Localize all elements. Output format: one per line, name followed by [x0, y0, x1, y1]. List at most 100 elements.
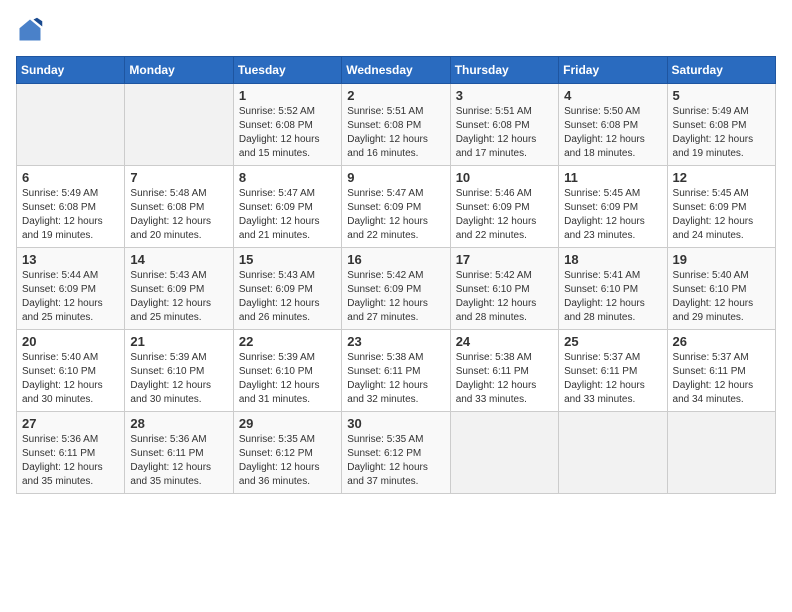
calendar-cell: 20Sunrise: 5:40 AM Sunset: 6:10 PM Dayli…: [17, 330, 125, 412]
column-header-friday: Friday: [559, 57, 667, 84]
calendar-cell: 19 Sunrise: 5:40 AM Sunset: 6:10 PM Dayli…: [667, 248, 775, 330]
calendar-cell: 8 Sunrise: 5:47 AM Sunset: 6:09 PM Daylig…: [233, 166, 341, 248]
header-row: SundayMondayTuesdayWednesdayThursdayFrid…: [17, 57, 776, 84]
calendar-cell: 2 Sunrise: 5:51 AM Sunset: 6:08 PM Daylig…: [342, 84, 450, 166]
day-info: Sunrise: 5:52 AM Sunset: 6:08 PM Dayligh…: [239, 105, 336, 161]
day-number: 16: [347, 252, 444, 267]
calendar-cell: 17 Sunrise: 5:42 AM Sunset: 6:10 PM Dayli…: [450, 248, 558, 330]
calendar-cell: 21 Sunrise: 5:39 AM Sunset: 6:10 PM Dayli…: [125, 330, 233, 412]
day-number: 29: [239, 416, 336, 431]
logo: [16, 16, 50, 44]
day-info: Sunrise: 5:47 AM Sunset: 6:09 PM Dayligh…: [239, 187, 336, 243]
day-info: Sunrise: 5:39 AM Sunset: 6:10 PM Dayligh…: [239, 351, 336, 407]
calendar-cell: 16 Sunrise: 5:42 AM Sunset: 6:09 PM Dayli…: [342, 248, 450, 330]
day-number: 17: [456, 252, 553, 267]
calendar-cell: 22Sunrise: 5:39 AM Sunset: 6:10 PM Dayli…: [233, 330, 341, 412]
logo-icon: [16, 16, 44, 44]
day-info: Sunrise: 5:35 AM Sunset: 6:12 PM Dayligh…: [239, 433, 336, 489]
day-number: 15: [239, 252, 336, 267]
day-info: Sunrise: 5:48 AM Sunset: 6:08 PM Dayligh…: [130, 187, 227, 243]
column-header-monday: Monday: [125, 57, 233, 84]
day-number: 28: [130, 416, 227, 431]
day-number: 8: [239, 170, 336, 185]
day-number: 13: [22, 252, 119, 267]
day-info: Sunrise: 5:45 AM Sunset: 6:09 PM Dayligh…: [564, 187, 661, 243]
calendar-cell: 9Sunrise: 5:47 AM Sunset: 6:09 PM Daylig…: [342, 166, 450, 248]
day-info: Sunrise: 5:42 AM Sunset: 6:10 PM Dayligh…: [456, 269, 553, 325]
day-info: Sunrise: 5:37 AM Sunset: 6:11 PM Dayligh…: [564, 351, 661, 407]
day-number: 19: [673, 252, 770, 267]
day-info: Sunrise: 5:36 AM Sunset: 6:11 PM Dayligh…: [22, 433, 119, 489]
day-info: Sunrise: 5:51 AM Sunset: 6:08 PM Dayligh…: [347, 105, 444, 161]
calendar-cell: 13 Sunrise: 5:44 AM Sunset: 6:09 PM Dayli…: [17, 248, 125, 330]
day-number: 23: [347, 334, 444, 349]
calendar-cell: 12 Sunrise: 5:45 AM Sunset: 6:09 PM Dayli…: [667, 166, 775, 248]
calendar-cell: 14Sunrise: 5:43 AM Sunset: 6:09 PM Dayli…: [125, 248, 233, 330]
day-info: Sunrise: 5:43 AM Sunset: 6:09 PM Dayligh…: [239, 269, 336, 325]
calendar-cell: [125, 84, 233, 166]
day-number: 7: [130, 170, 227, 185]
day-info: Sunrise: 5:39 AM Sunset: 6:10 PM Dayligh…: [130, 351, 227, 407]
calendar-cell: 1Sunrise: 5:52 AM Sunset: 6:08 PM Daylig…: [233, 84, 341, 166]
day-number: 12: [673, 170, 770, 185]
day-info: Sunrise: 5:51 AM Sunset: 6:08 PM Dayligh…: [456, 105, 553, 161]
day-number: 30: [347, 416, 444, 431]
column-header-sunday: Sunday: [17, 57, 125, 84]
calendar-week-3: 13 Sunrise: 5:44 AM Sunset: 6:09 PM Dayli…: [17, 248, 776, 330]
calendar-header: SundayMondayTuesdayWednesdayThursdayFrid…: [17, 57, 776, 84]
calendar-cell: 15 Sunrise: 5:43 AM Sunset: 6:09 PM Dayli…: [233, 248, 341, 330]
day-number: 18: [564, 252, 661, 267]
calendar-cell: 7 Sunrise: 5:48 AM Sunset: 6:08 PM Daylig…: [125, 166, 233, 248]
day-number: 6: [22, 170, 119, 185]
calendar-cell: 23 Sunrise: 5:38 AM Sunset: 6:11 PM Dayli…: [342, 330, 450, 412]
day-number: 4: [564, 88, 661, 103]
day-info: Sunrise: 5:38 AM Sunset: 6:11 PM Dayligh…: [347, 351, 444, 407]
day-number: 3: [456, 88, 553, 103]
calendar-cell: 26 Sunrise: 5:37 AM Sunset: 6:11 PM Dayli…: [667, 330, 775, 412]
day-number: 24: [456, 334, 553, 349]
day-info: Sunrise: 5:42 AM Sunset: 6:09 PM Dayligh…: [347, 269, 444, 325]
day-info: Sunrise: 5:49 AM Sunset: 6:08 PM Dayligh…: [22, 187, 119, 243]
calendar-cell: 5Sunrise: 5:49 AM Sunset: 6:08 PM Daylig…: [667, 84, 775, 166]
day-number: 21: [130, 334, 227, 349]
calendar-cell: [450, 412, 558, 494]
calendar-cell: [17, 84, 125, 166]
day-number: 9: [347, 170, 444, 185]
calendar-cell: 24 Sunrise: 5:38 AM Sunset: 6:11 PM Dayli…: [450, 330, 558, 412]
calendar-cell: 10Sunrise: 5:46 AM Sunset: 6:09 PM Dayli…: [450, 166, 558, 248]
calendar-week-4: 20Sunrise: 5:40 AM Sunset: 6:10 PM Dayli…: [17, 330, 776, 412]
calendar-cell: 4 Sunrise: 5:50 AM Sunset: 6:08 PM Daylig…: [559, 84, 667, 166]
day-info: Sunrise: 5:38 AM Sunset: 6:11 PM Dayligh…: [456, 351, 553, 407]
column-header-wednesday: Wednesday: [342, 57, 450, 84]
calendar-cell: 18 Sunrise: 5:41 AM Sunset: 6:10 PM Dayli…: [559, 248, 667, 330]
column-header-saturday: Saturday: [667, 57, 775, 84]
day-info: Sunrise: 5:40 AM Sunset: 6:10 PM Dayligh…: [673, 269, 770, 325]
day-number: 2: [347, 88, 444, 103]
calendar-cell: 27Sunrise: 5:36 AM Sunset: 6:11 PM Dayli…: [17, 412, 125, 494]
day-number: 26: [673, 334, 770, 349]
calendar-week-2: 6 Sunrise: 5:49 AM Sunset: 6:08 PM Daylig…: [17, 166, 776, 248]
column-header-tuesday: Tuesday: [233, 57, 341, 84]
calendar-cell: 25 Sunrise: 5:37 AM Sunset: 6:11 PM Dayli…: [559, 330, 667, 412]
page-header: [16, 16, 776, 44]
calendar-cell: 3 Sunrise: 5:51 AM Sunset: 6:08 PM Daylig…: [450, 84, 558, 166]
calendar-cell: [667, 412, 775, 494]
day-info: Sunrise: 5:41 AM Sunset: 6:10 PM Dayligh…: [564, 269, 661, 325]
calendar-table: SundayMondayTuesdayWednesdayThursdayFrid…: [16, 56, 776, 494]
calendar-cell: 29 Sunrise: 5:35 AM Sunset: 6:12 PM Dayli…: [233, 412, 341, 494]
day-info: Sunrise: 5:49 AM Sunset: 6:08 PM Dayligh…: [673, 105, 770, 161]
calendar-cell: 11Sunrise: 5:45 AM Sunset: 6:09 PM Dayli…: [559, 166, 667, 248]
day-number: 14: [130, 252, 227, 267]
calendar-cell: [559, 412, 667, 494]
column-header-thursday: Thursday: [450, 57, 558, 84]
day-info: Sunrise: 5:40 AM Sunset: 6:10 PM Dayligh…: [22, 351, 119, 407]
day-info: Sunrise: 5:37 AM Sunset: 6:11 PM Dayligh…: [673, 351, 770, 407]
day-info: Sunrise: 5:44 AM Sunset: 6:09 PM Dayligh…: [22, 269, 119, 325]
day-number: 25: [564, 334, 661, 349]
day-number: 10: [456, 170, 553, 185]
calendar-cell: 28Sunrise: 5:36 AM Sunset: 6:11 PM Dayli…: [125, 412, 233, 494]
day-info: Sunrise: 5:50 AM Sunset: 6:08 PM Dayligh…: [564, 105, 661, 161]
calendar-cell: 6 Sunrise: 5:49 AM Sunset: 6:08 PM Daylig…: [17, 166, 125, 248]
day-info: Sunrise: 5:45 AM Sunset: 6:09 PM Dayligh…: [673, 187, 770, 243]
calendar-cell: 30Sunrise: 5:35 AM Sunset: 6:12 PM Dayli…: [342, 412, 450, 494]
